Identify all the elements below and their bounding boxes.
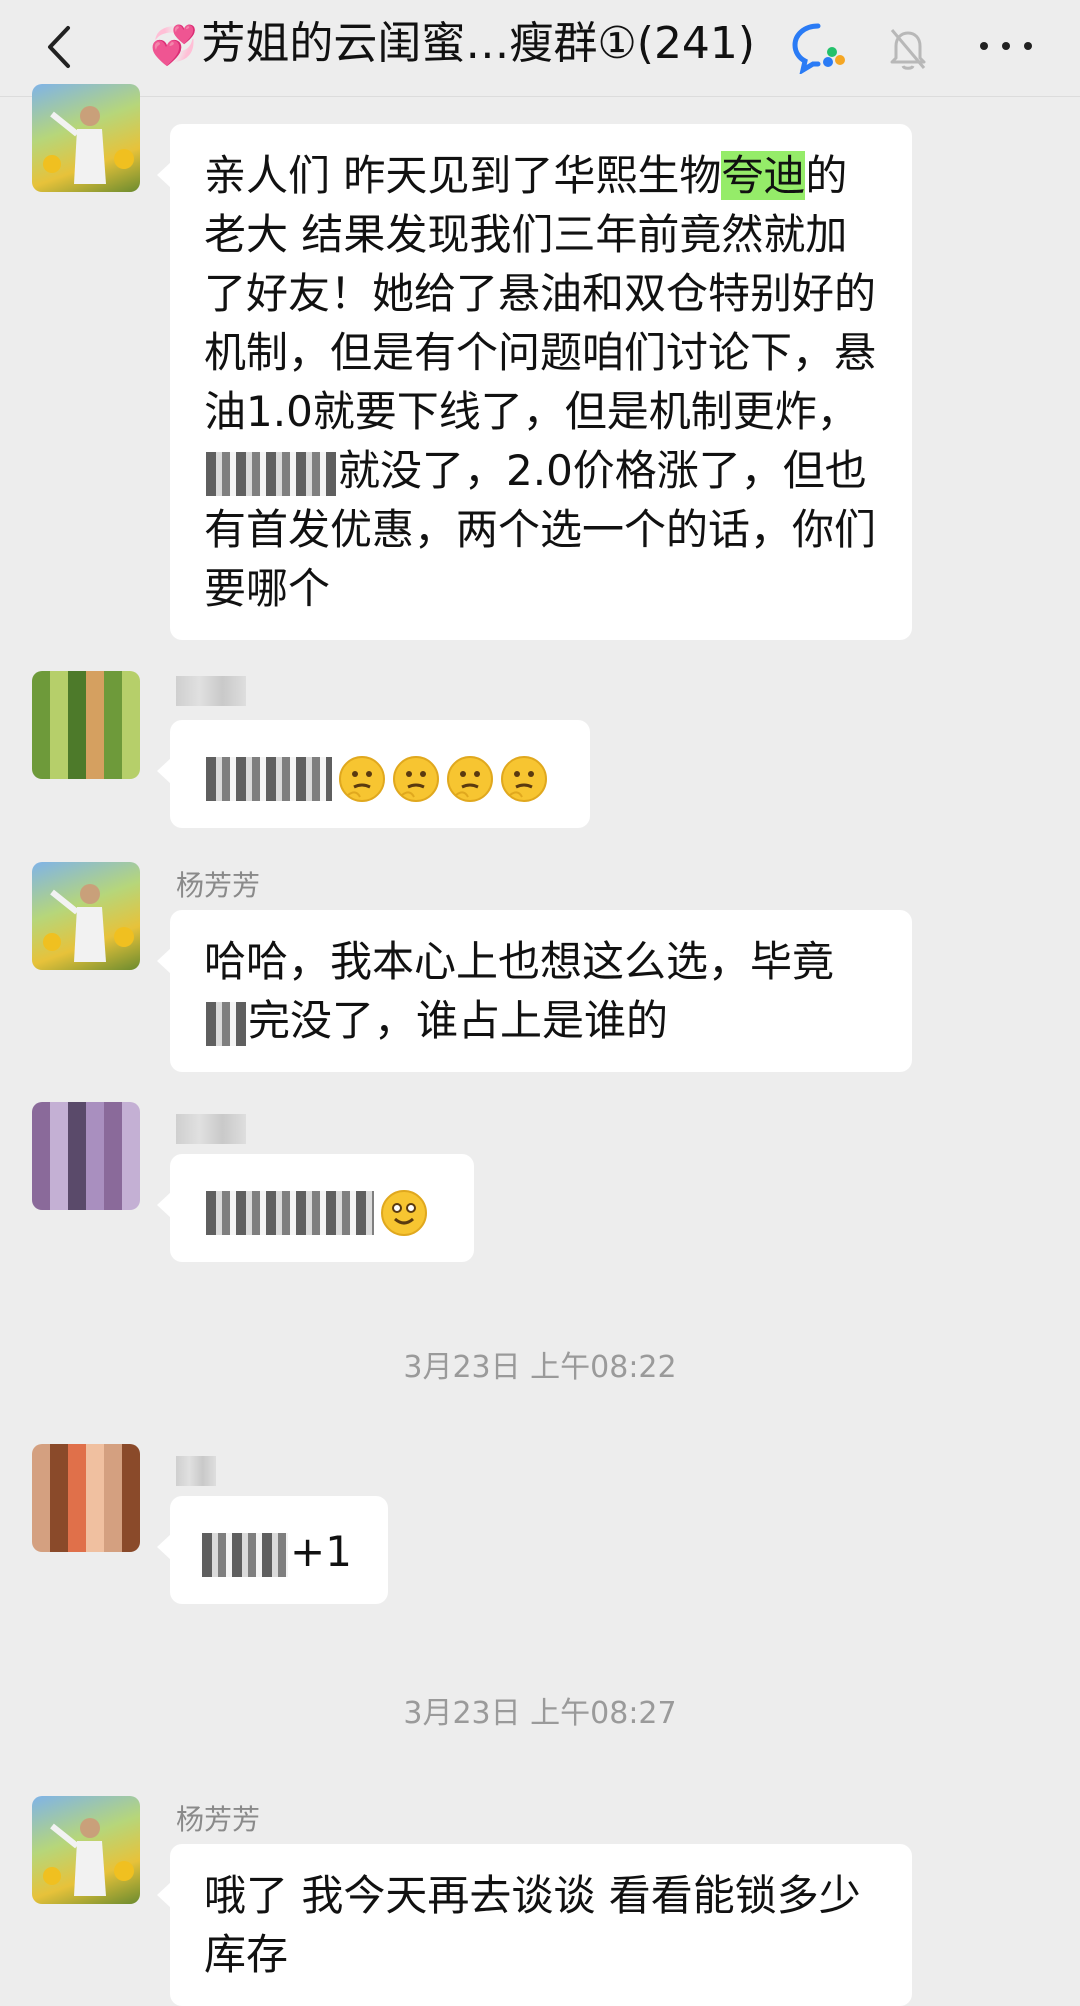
thinking-emoji <box>447 755 493 802</box>
sender-name: 杨芳芳 <box>176 1803 261 1836</box>
avatar[interactable] <box>32 1796 140 1904</box>
mosaic-redaction <box>202 1532 288 1577</box>
message-text: 哦了 我今天再去谈谈 看看能锁多少库存 <box>204 1871 861 1979</box>
mosaic-redaction <box>206 451 336 496</box>
avatar[interactable] <box>32 1102 140 1210</box>
heart-emoji-icon: 💞 <box>150 23 198 67</box>
top-bar: 💞芳姐的云闺蜜…瘦群①(241) <box>0 0 1080 97</box>
message-bubble[interactable]: 亲人们 昨天见到了华熙生物夸迪的老大 结果发现我们三年前竟然就加了好友！她给了悬… <box>157 124 912 640</box>
mosaic-redaction <box>206 756 332 801</box>
message-text: 哈哈，我本心上也想这么选，毕竟 <box>204 937 835 986</box>
back-icon[interactable] <box>40 22 80 72</box>
smile-emoji <box>381 1189 427 1236</box>
message-text: 亲人们 昨天见到了华熙生物 <box>204 151 722 200</box>
thinking-emoji <box>339 755 385 802</box>
avatar-photo-icon <box>43 106 134 184</box>
highlighted-text[interactable]: 夸迪 <box>721 151 806 200</box>
timestamp: 3月23日 上午08:27 <box>403 1696 677 1731</box>
avatar[interactable] <box>32 84 140 192</box>
avatar[interactable] <box>32 862 140 970</box>
sender-name-blurred <box>176 1456 216 1486</box>
mosaic-redaction <box>206 1001 246 1046</box>
thinking-emoji <box>393 755 439 802</box>
mute-bell-icon[interactable] <box>888 24 928 72</box>
avatar[interactable] <box>32 671 140 779</box>
message-bubble[interactable]: +1 <box>157 1496 388 1604</box>
message-bubble[interactable]: 哦了 我今天再去谈谈 看看能锁多少库存 <box>157 1844 912 2006</box>
message-bubble[interactable] <box>157 720 590 828</box>
message-bubble[interactable] <box>157 1154 474 1262</box>
avatar[interactable] <box>32 1444 140 1552</box>
sender-name-blurred <box>176 676 246 706</box>
message-text: +1 <box>290 1527 352 1576</box>
message-text: 完没了，谁占上是谁的 <box>248 996 669 1045</box>
avatar-photo-icon <box>43 884 134 962</box>
chat-title[interactable]: 💞芳姐的云闺蜜…瘦群①(241) <box>150 14 790 74</box>
thinking-emoji <box>501 755 547 802</box>
tencent-meeting-icon[interactable] <box>792 22 852 74</box>
sender-name-blurred <box>176 1114 246 1144</box>
chat-title-text: 芳姐的云闺蜜…瘦群①(241) <box>201 18 756 69</box>
timestamp: 3月23日 上午08:22 <box>403 1350 677 1385</box>
avatar-photo-icon <box>43 1818 134 1896</box>
message-bubble[interactable]: 哈哈，我本心上也想这么选，毕竟完没了，谁占上是谁的 <box>157 910 912 1072</box>
mosaic-redaction <box>206 1190 374 1235</box>
more-icon[interactable] <box>976 28 1036 64</box>
sender-name: 杨芳芳 <box>176 869 261 902</box>
